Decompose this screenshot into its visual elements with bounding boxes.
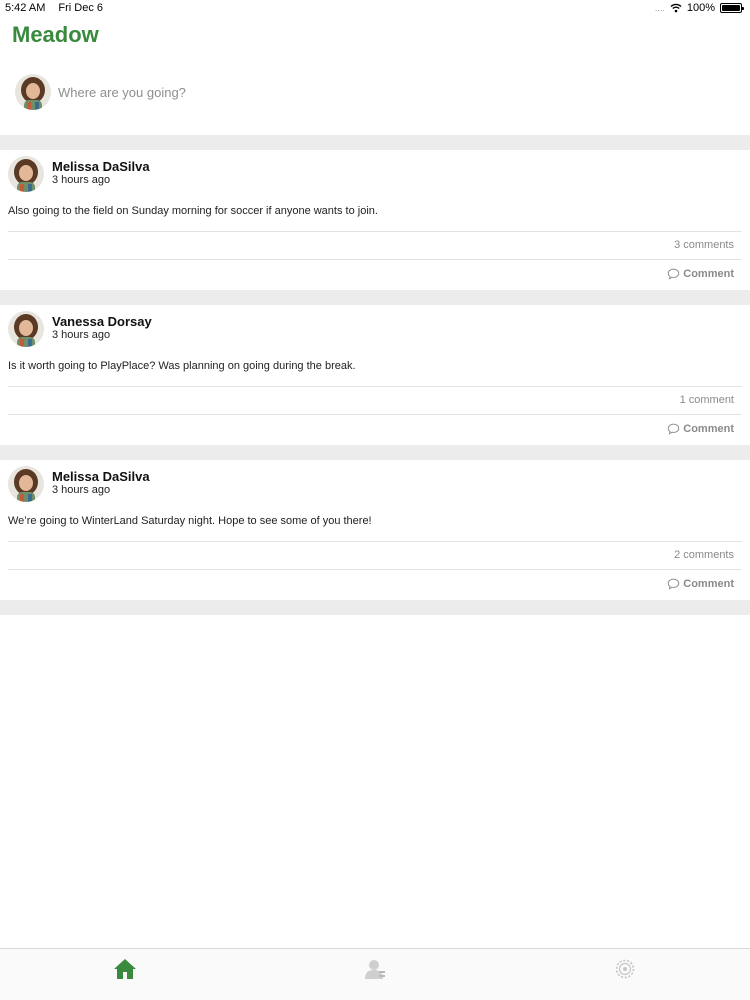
comment-count[interactable]: 3 comments xyxy=(674,239,734,251)
post-card: Vanessa Dorsay 3 hours ago Is it worth g… xyxy=(0,305,750,445)
battery-percent: 100% xyxy=(686,2,715,14)
divider xyxy=(8,259,742,260)
app-title: Meadow xyxy=(12,22,99,47)
battery-icon xyxy=(720,3,744,13)
post-author[interactable]: Vanessa Dorsay xyxy=(52,314,152,329)
comment-button[interactable]: Comment xyxy=(667,578,734,590)
status-date: Fri Dec 6 xyxy=(58,2,104,14)
divider xyxy=(8,414,742,415)
post-timestamp: 3 hours ago xyxy=(52,329,111,341)
comment-button-label: Comment xyxy=(683,423,734,435)
author-avatar[interactable] xyxy=(8,311,44,347)
tab-contacts[interactable] xyxy=(362,957,388,983)
tab-bar xyxy=(0,948,750,1000)
user-avatar xyxy=(15,74,51,110)
post-composer[interactable]: Where are you going? xyxy=(0,68,750,118)
post-body: Also going to the field on Sunday mornin… xyxy=(8,205,378,217)
author-avatar[interactable] xyxy=(8,156,44,192)
comment-bubble-icon xyxy=(667,578,680,590)
composer-input[interactable]: Where are you going? xyxy=(58,85,186,100)
post-card: Melissa DaSilva 3 hours ago Also going t… xyxy=(0,150,750,290)
comment-button[interactable]: Comment xyxy=(667,423,734,435)
feed-separator xyxy=(0,600,750,615)
status-right: .... 100% xyxy=(654,2,744,14)
post-body: We’re going to WinterLand Saturday night… xyxy=(8,515,372,527)
tab-settings[interactable] xyxy=(612,957,638,983)
contacts-icon xyxy=(365,960,385,979)
status-left: 5:42 AM Fri Dec 6 xyxy=(5,2,113,14)
wifi-icon xyxy=(670,3,682,13)
divider xyxy=(8,541,742,542)
divider xyxy=(8,231,742,232)
signal-icon: .... xyxy=(654,3,665,13)
comment-button-label: Comment xyxy=(683,268,734,280)
feed-separator xyxy=(0,290,750,305)
comment-count[interactable]: 2 comments xyxy=(674,549,734,561)
post-timestamp: 3 hours ago xyxy=(52,484,111,496)
post-timestamp: 3 hours ago xyxy=(52,174,111,186)
tab-home[interactable] xyxy=(112,957,138,983)
comment-bubble-icon xyxy=(667,423,680,435)
feed-separator xyxy=(0,135,750,150)
status-time: 5:42 AM xyxy=(5,2,46,14)
post-card: Melissa DaSilva 3 hours ago We’re going … xyxy=(0,460,750,600)
feed-separator xyxy=(0,445,750,460)
divider xyxy=(8,386,742,387)
comment-bubble-icon xyxy=(667,268,680,280)
comment-button[interactable]: Comment xyxy=(667,268,734,280)
home-icon xyxy=(114,959,136,979)
settings-icon xyxy=(615,959,635,979)
comment-count[interactable]: 1 comment xyxy=(680,394,734,406)
post-author[interactable]: Melissa DaSilva xyxy=(52,469,150,484)
comment-button-label: Comment xyxy=(683,578,734,590)
post-author[interactable]: Melissa DaSilva xyxy=(52,159,150,174)
divider xyxy=(8,569,742,570)
status-bar: 5:42 AM Fri Dec 6 .... 100% xyxy=(0,0,750,16)
post-body: Is it worth going to PlayPlace? Was plan… xyxy=(8,360,356,372)
author-avatar[interactable] xyxy=(8,466,44,502)
battery-fill xyxy=(722,5,740,11)
